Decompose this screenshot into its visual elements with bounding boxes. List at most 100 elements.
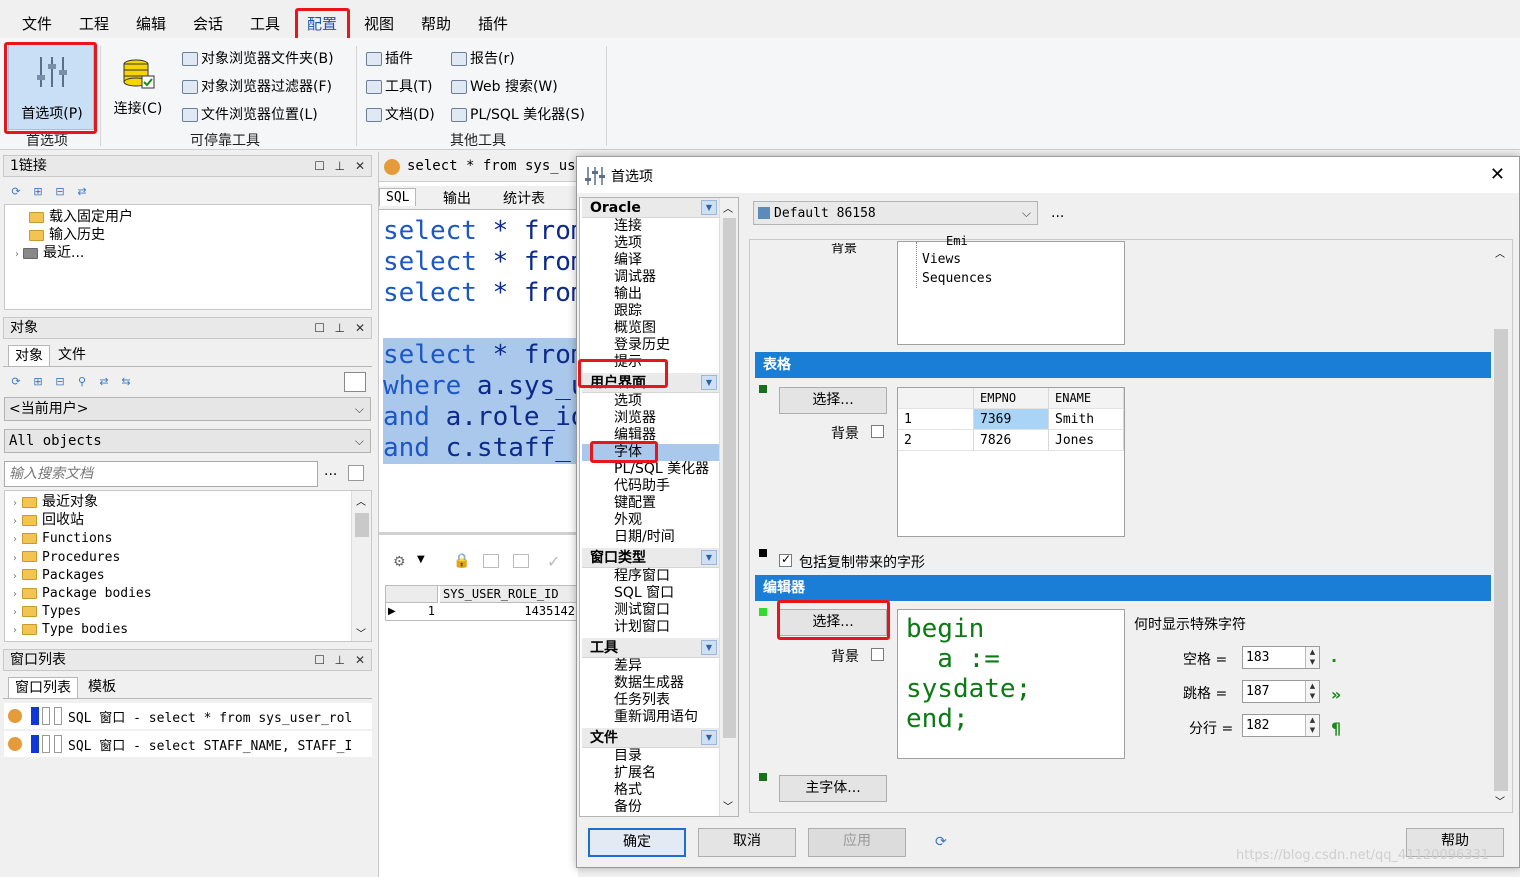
category-header[interactable]: Oracle ▼ (582, 198, 719, 218)
chevron-up-icon[interactable]: ︿ (356, 493, 366, 508)
panel-pin-icon[interactable]: ⊥ (335, 650, 345, 670)
grid-icon[interactable]: ⚙ (393, 554, 406, 570)
connect-icon[interactable]: ⇄ (97, 376, 111, 388)
insert-record-icon[interactable] (483, 554, 499, 568)
file-browser-locations-button[interactable]: 文件浏览器位置(L) (182, 104, 318, 126)
object-browser-filters-button[interactable]: 对象浏览器过滤器(F) (182, 76, 332, 98)
tree-item-recent[interactable]: › 最近... (15, 244, 84, 262)
category-item[interactable]: 备份 (614, 799, 642, 816)
object-tree-scrollbar[interactable]: ︿ ﹀ (351, 491, 371, 641)
panel-close-icon[interactable]: ✕ (355, 650, 365, 670)
refresh-icon[interactable]: ⟳ (935, 834, 947, 850)
web-search-button[interactable]: Web 搜索(W) (451, 76, 558, 98)
menu-configure[interactable]: 配置 (303, 12, 341, 36)
category-item[interactable]: 扩展名 (614, 765, 656, 782)
category-item[interactable]: PL/SQL 美化器 (614, 461, 709, 478)
sql-code-line[interactable]: select * from (383, 216, 587, 247)
window-list-item[interactable]: SQL 窗口 - select * from sys_user_rol (4, 703, 372, 729)
editor-choose-font-button[interactable]: 选择... (779, 609, 887, 636)
color-swatch[interactable] (344, 372, 366, 392)
sql-code-line[interactable]: and a.role_id (383, 402, 587, 433)
object-tree-item[interactable]: › 回收站 (13, 511, 84, 529)
tools-button[interactable]: 工具(T) (366, 76, 432, 98)
result-cell[interactable]: 1435142 (442, 604, 578, 618)
category-header[interactable]: 窗口类型 ▼ (582, 548, 719, 568)
sql-code-line[interactable]: select * from (383, 278, 587, 309)
refresh-icon[interactable]: ⟳ (9, 186, 23, 198)
menu-help[interactable]: 帮助 (417, 12, 455, 36)
category-item[interactable]: 浏览器 (614, 410, 656, 427)
lock-icon[interactable]: 🔒 (453, 553, 470, 569)
category-item[interactable]: 重新调用语句 (614, 709, 698, 726)
profile-combo[interactable]: Default 86158 ⌵ (753, 201, 1038, 225)
connect-button[interactable]: 连接(C) (108, 52, 168, 130)
tab-statistics[interactable]: 统计表 (503, 188, 545, 208)
category-item[interactable]: 选项 (614, 235, 642, 252)
category-item[interactable]: 任务列表 (614, 692, 670, 709)
chevron-up-icon[interactable]: ︿ (723, 200, 733, 215)
category-item[interactable]: 计划窗口 (614, 619, 670, 636)
scrollbar-thumb[interactable] (723, 218, 736, 738)
category-item[interactable]: 概览图 (614, 320, 656, 337)
category-item[interactable]: 编译 (614, 252, 642, 269)
refresh-icon[interactable]: ⟳ (9, 376, 23, 388)
menu-edit[interactable]: 编辑 (132, 12, 170, 36)
category-scrollbar[interactable]: ︿ ﹀ (719, 198, 738, 816)
menu-view[interactable]: 视图 (360, 12, 398, 36)
space-stepper[interactable]: 183 ▲ ▼ (1242, 646, 1320, 669)
ok-button[interactable]: 确定 (588, 828, 686, 857)
tab-window-list[interactable]: 窗口列表 (8, 677, 78, 699)
category-item[interactable]: 输出 (614, 286, 642, 303)
spin-arrows-icon[interactable]: ▲ ▼ (1305, 681, 1319, 702)
category-item[interactable]: 调试器 (614, 269, 656, 286)
panel-close-icon[interactable]: ✕ (355, 318, 365, 338)
category-item[interactable]: 程序窗口 (614, 568, 670, 585)
preferences-button[interactable]: 首选项(P) (8, 44, 94, 130)
chevron-down-icon[interactable]: ▼ (701, 375, 717, 390)
object-tree-item[interactable]: › Types (13, 602, 81, 620)
object-tree-item[interactable]: › Functions (13, 529, 112, 547)
panel-float-icon[interactable]: ☐ (314, 318, 325, 338)
object-tree-item[interactable]: › Procedures (13, 548, 120, 566)
line-stepper[interactable]: 182 ▲ ▼ (1242, 714, 1320, 737)
object-tree-item[interactable]: › Package bodies (13, 584, 152, 602)
object-tree-item[interactable]: › 最近对象 (13, 493, 98, 511)
menu-plugins[interactable]: 插件 (474, 12, 512, 36)
category-item[interactable]: 提示 (614, 354, 642, 371)
beautifier-button[interactable]: PL/SQL 美化器(S) (451, 104, 585, 126)
tab-templates[interactable]: 模板 (82, 677, 122, 699)
panel-float-icon[interactable]: ☐ (314, 650, 325, 670)
user-combo[interactable]: <当前用户> ⌵ (4, 397, 371, 421)
panel-pin-icon[interactable]: ⊥ (335, 318, 345, 338)
chevron-down-icon[interactable]: ▼ (701, 640, 717, 655)
category-item[interactable]: 代码助手 (614, 478, 670, 495)
connect-icon[interactable]: ⇄ (75, 186, 89, 198)
search-more-button[interactable]: ... (324, 463, 337, 479)
settings-scrollbar[interactable]: ︿ ﹀ (1491, 241, 1511, 811)
grid-choose-font-button[interactable]: 选择... (779, 387, 887, 414)
sql-code-line[interactable]: and c.staff_ (383, 433, 571, 464)
category-item[interactable]: 格式 (614, 782, 642, 799)
editor-background-checkbox[interactable] (871, 648, 884, 661)
chevron-down-icon[interactable]: ▼ (701, 200, 717, 215)
chevron-down-icon[interactable]: ﹀ (1495, 793, 1505, 808)
include-copy-checkbox[interactable]: ✓ (779, 552, 792, 567)
category-item[interactable]: 登录历史 (614, 337, 670, 354)
category-item[interactable]: 连接 (614, 218, 642, 235)
panel-float-icon[interactable]: ☐ (314, 156, 325, 176)
delete-record-icon[interactable] (513, 554, 529, 568)
category-item[interactable]: 键配置 (614, 495, 656, 512)
category-item[interactable]: 字体 (582, 444, 719, 461)
category-item[interactable]: 目录 (614, 748, 642, 765)
panel-pin-icon[interactable]: ⊥ (335, 156, 345, 176)
category-item[interactable]: 差异 (614, 658, 642, 675)
chevron-down-icon[interactable]: ▼ (701, 730, 717, 745)
menu-file[interactable]: 文件 (18, 12, 56, 36)
sql-code-line[interactable]: where a.sys_u (383, 371, 587, 402)
filter-combo[interactable]: All objects ⌵ (4, 429, 371, 453)
window-list-item[interactable]: SQL 窗口 - select STAFF_NAME, STAFF_I (4, 731, 372, 757)
tab-objects[interactable]: 对象 (8, 345, 50, 367)
chevron-up-icon[interactable]: ︿ (1495, 245, 1505, 260)
tab-output[interactable]: 输出 (443, 188, 471, 208)
category-header[interactable]: 文件 ▼ (582, 728, 719, 748)
